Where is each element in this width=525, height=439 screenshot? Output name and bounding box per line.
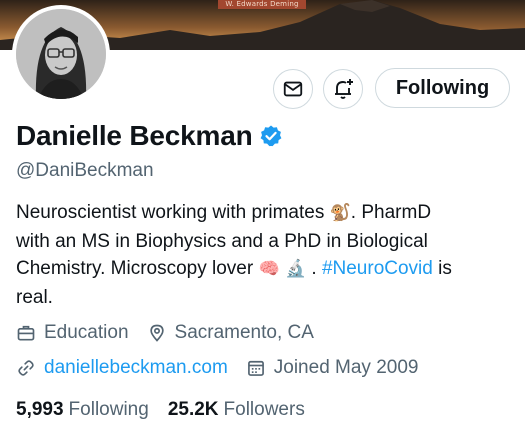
user-handle: @DaniBeckman: [16, 160, 154, 181]
joined-label: Joined May 2009: [273, 357, 419, 378]
bio-line: with an MS in Biophysics and a PhD in Bi…: [16, 230, 428, 252]
followers-count: 25.2K: [167, 399, 219, 420]
profile-bio: Neuroscientist working with primates 🐒. …: [16, 199, 516, 311]
notifications-button[interactable]: [323, 69, 363, 109]
display-name: Danielle Beckman: [16, 120, 253, 151]
microscope-emoji-icon: 🔬: [284, 259, 307, 279]
profile-meta-row: daniellebeckman.com Joined May 2009: [16, 357, 436, 379]
banner-caption: W. Edwards Deming: [218, 0, 306, 9]
following-button[interactable]: Following: [375, 68, 510, 108]
website-link[interactable]: daniellebeckman.com: [44, 357, 228, 379]
bio-text: Neuroscientist working with primates: [16, 202, 330, 223]
bio-line: real.: [16, 286, 53, 308]
profile-meta-row: Education Sacramento, CA: [16, 322, 332, 344]
avatar[interactable]: [12, 5, 110, 103]
bio-text: .: [306, 258, 322, 279]
bell-plus-icon: [335, 79, 353, 99]
location-item: Sacramento, CA: [147, 322, 314, 344]
calendar-icon: [247, 360, 264, 376]
profile-photo: [16, 9, 106, 99]
verified-badge-icon[interactable]: [259, 124, 283, 148]
briefcase-icon: [17, 325, 35, 341]
message-button[interactable]: [273, 69, 313, 109]
hashtag-link[interactable]: #NeuroCovid: [322, 258, 433, 279]
category-item: Education: [16, 322, 129, 344]
bio-line: Neuroscientist working with primates 🐒. …: [16, 199, 516, 228]
bio-line: Chemistry. Microscopy lover 🧠 🔬 . #Neuro…: [16, 255, 516, 284]
website-item[interactable]: daniellebeckman.com: [16, 357, 228, 379]
bio-text: . PharmD: [350, 202, 432, 223]
category-label: Education: [44, 322, 129, 343]
followers-stat[interactable]: 25.2K Followers: [168, 399, 305, 421]
bio-text: is: [432, 258, 452, 279]
mail-icon: [283, 81, 303, 97]
link-icon: [18, 360, 34, 376]
profile-name-row: Danielle Beckman: [16, 118, 283, 154]
following-count: 5,993: [16, 399, 64, 420]
monkey-emoji-icon: 🐒: [329, 203, 351, 223]
following-stat-label: Following: [68, 399, 149, 420]
joined-item: Joined May 2009: [246, 357, 419, 379]
follow-stats: 5,993 Following 25.2K Followers: [16, 399, 324, 421]
location-label: Sacramento, CA: [174, 322, 314, 343]
location-pin-icon: [149, 324, 164, 342]
brain-emoji-icon: 🧠: [258, 259, 280, 279]
bio-text: Chemistry. Microscopy lover: [16, 258, 259, 279]
following-stat[interactable]: 5,993 Following: [16, 399, 149, 421]
followers-stat-label: Followers: [223, 399, 305, 420]
